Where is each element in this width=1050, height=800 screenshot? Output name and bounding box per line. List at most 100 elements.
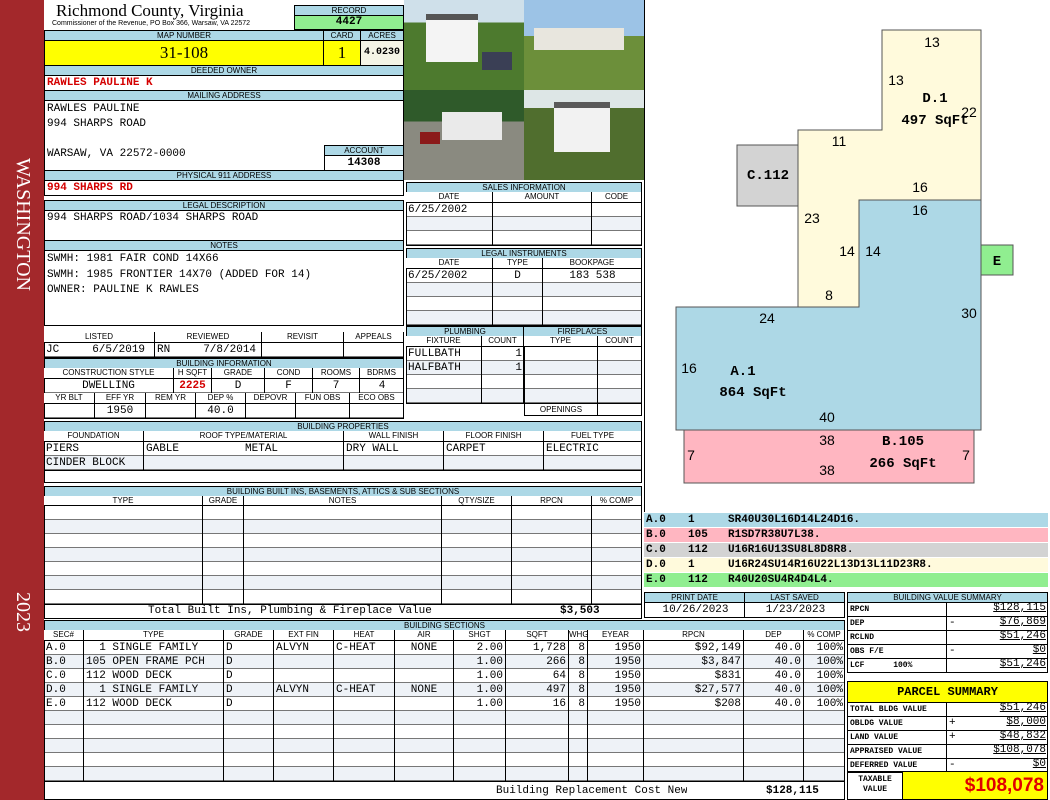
sections-cell: 1950 bbox=[588, 683, 644, 697]
builtins-cell bbox=[442, 506, 512, 520]
sections-cell: 1950 bbox=[588, 641, 644, 655]
value-summary-value: $51,246 bbox=[999, 630, 1046, 642]
sections-cell bbox=[454, 711, 506, 725]
acres-value: 4.0230 bbox=[360, 40, 404, 66]
building-info-cell: 2225 bbox=[174, 379, 212, 393]
sections-cell: 1.00 bbox=[454, 683, 506, 697]
sales-cell bbox=[592, 203, 642, 217]
building-info-cell bbox=[44, 404, 95, 418]
openings-value bbox=[597, 403, 642, 416]
sketch-dimension: 23 bbox=[804, 210, 820, 226]
sketch-label-d: D.1 bbox=[922, 91, 947, 107]
sections-cell bbox=[569, 711, 588, 725]
sections-cell: 8 bbox=[569, 683, 588, 697]
sections-cell bbox=[334, 767, 395, 781]
value-summary-label: DEP bbox=[847, 616, 947, 631]
fireplaces-cell bbox=[598, 347, 642, 361]
sales-cell bbox=[406, 231, 493, 245]
builtins-total-label: Total Built Ins, Plumbing & Fireplace Va… bbox=[148, 605, 432, 617]
sections-cell bbox=[395, 725, 454, 739]
sections-cell bbox=[84, 767, 224, 781]
fireplaces-cell bbox=[524, 375, 598, 389]
sketch-dimension: 13 bbox=[888, 72, 904, 88]
sections-cell: E.0 bbox=[44, 697, 84, 711]
builtins-cell bbox=[44, 562, 203, 576]
sketch-dimension: 14 bbox=[839, 243, 855, 259]
fireplaces-cell bbox=[524, 361, 598, 375]
sketch-code-section: C.0 bbox=[646, 544, 666, 556]
sales-cell bbox=[493, 231, 592, 245]
builtins-cell bbox=[203, 548, 244, 562]
sections-cell bbox=[334, 739, 395, 753]
builtins-cell bbox=[244, 576, 442, 590]
builtins-cell bbox=[244, 506, 442, 520]
taxable-value: $108,078 bbox=[902, 771, 1048, 800]
value-summary-value: $128,115 bbox=[993, 602, 1046, 614]
sections-cell bbox=[644, 753, 744, 767]
district-label: WASHINGTON bbox=[12, 158, 34, 291]
fireplaces-cell bbox=[598, 389, 642, 403]
instruments-cell bbox=[493, 297, 543, 311]
sections-cell bbox=[274, 753, 334, 767]
sections-cell bbox=[84, 753, 224, 767]
instruments-cell bbox=[543, 283, 642, 297]
sections-cell bbox=[569, 753, 588, 767]
sketch-dimension: 40 bbox=[819, 409, 835, 425]
sections-cell: 100% bbox=[816, 670, 843, 682]
sections-cell bbox=[588, 767, 644, 781]
instruments-cell bbox=[493, 283, 543, 297]
sketch-dimension: 30 bbox=[961, 305, 977, 321]
plumbing-cell bbox=[406, 389, 482, 403]
sections-cell bbox=[334, 669, 395, 683]
sketch-dimension: 16 bbox=[912, 202, 928, 218]
sections-cell: ALVYN bbox=[274, 683, 334, 697]
review-cell: JC 6/5/2019 bbox=[44, 343, 155, 357]
builtins-cell bbox=[592, 506, 642, 520]
sections-cell bbox=[44, 767, 84, 781]
sections-cell: 64 bbox=[506, 669, 569, 683]
property-photo[interactable] bbox=[404, 90, 524, 180]
plumbing-cell: HALFBATH bbox=[406, 361, 482, 375]
sketch-code-section: E.0 bbox=[646, 574, 666, 586]
district-band: WASHINGTON 2023 bbox=[0, 0, 44, 800]
sketch-code-section: B.0 bbox=[646, 529, 666, 541]
value-summary-label: RPCN bbox=[847, 602, 947, 617]
builtins-cell bbox=[44, 548, 203, 562]
sketch-dimension: 38 bbox=[819, 462, 835, 478]
fireplaces-cell bbox=[598, 361, 642, 375]
sections-cell bbox=[506, 725, 569, 739]
property-photo[interactable] bbox=[524, 0, 644, 90]
sketch-dimension: 16 bbox=[681, 360, 697, 376]
replacement-cost-value: $128,115 bbox=[766, 785, 819, 797]
sketch-code-vectors: R1SD7R38U7L38. bbox=[728, 529, 821, 541]
sections-cell: $208 bbox=[644, 697, 744, 711]
sales-cell bbox=[406, 217, 493, 231]
sales-cell bbox=[592, 217, 642, 231]
sections-cell: 105 OPEN FRAME PCH bbox=[84, 655, 224, 669]
sections-cell bbox=[224, 711, 274, 725]
sections-cell: D bbox=[224, 669, 274, 683]
sections-cell bbox=[395, 739, 454, 753]
deeded-owner: RAWLES PAULINE K bbox=[44, 75, 404, 91]
record-number: 4427 bbox=[294, 15, 404, 30]
year-label: 2023 bbox=[12, 592, 34, 632]
sections-cell bbox=[744, 711, 804, 725]
sections-cell bbox=[744, 725, 804, 739]
sections-cell bbox=[804, 711, 845, 725]
sections-cell: C-HEAT bbox=[334, 683, 395, 697]
sections-cell bbox=[44, 725, 84, 739]
plumbing-cell bbox=[482, 375, 524, 389]
value-summary-value: $76,869 bbox=[999, 616, 1046, 628]
builtins-cell bbox=[244, 590, 442, 604]
builtins-cell bbox=[592, 590, 642, 604]
property-photo[interactable] bbox=[404, 0, 524, 90]
builtins-cell bbox=[244, 534, 442, 548]
sections-cell: 8 bbox=[569, 669, 588, 683]
instruments-cell bbox=[543, 311, 642, 325]
property-photo[interactable] bbox=[524, 90, 644, 180]
sections-cell bbox=[44, 739, 84, 753]
sketch-code-type: 112 bbox=[688, 574, 708, 586]
building-info-cell bbox=[350, 404, 404, 418]
sections-cell bbox=[395, 697, 454, 711]
sections-cell: B.0 bbox=[44, 655, 84, 669]
